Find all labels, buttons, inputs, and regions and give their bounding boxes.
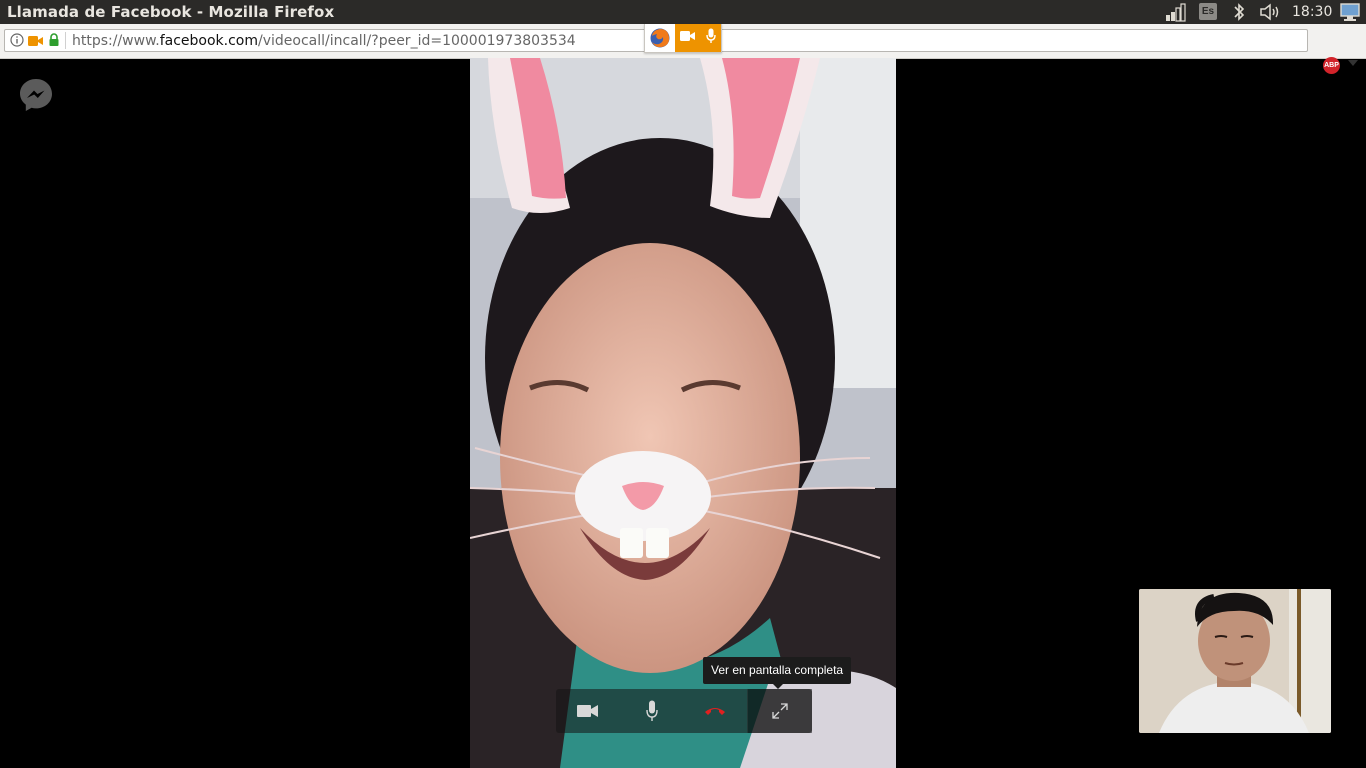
fullscreen-tooltip: Ver en pantalla completa bbox=[703, 657, 852, 689]
microphone-toggle-button[interactable] bbox=[620, 689, 684, 733]
end-call-button[interactable] bbox=[684, 689, 748, 733]
url-text[interactable]: https://www.facebook.com/videocall/incal… bbox=[72, 33, 576, 49]
shared-devices bbox=[675, 24, 721, 52]
firefox-icon bbox=[645, 24, 675, 52]
system-titlebar: Llamada de Facebook - Mozilla Firefox Es… bbox=[0, 0, 1366, 24]
hang-up-icon bbox=[705, 708, 726, 715]
expand-icon bbox=[772, 703, 788, 719]
adblock-plus-icon[interactable]: ABP bbox=[1323, 57, 1340, 74]
window-title: Llamada de Facebook - Mozilla Firefox bbox=[7, 3, 335, 21]
url-path: /videocall/incall/?peer_id=1000019738035… bbox=[258, 33, 576, 49]
clock[interactable]: 18:30 bbox=[1292, 4, 1332, 20]
camera-icon bbox=[680, 29, 696, 47]
sharing-indicator[interactable] bbox=[644, 24, 722, 53]
url-prefix: https://www. bbox=[72, 33, 160, 49]
video-camera-icon bbox=[576, 705, 598, 717]
local-video-image bbox=[1139, 589, 1331, 733]
lock-icon[interactable] bbox=[48, 33, 60, 52]
urlbar-divider bbox=[65, 32, 66, 49]
fullscreen-button[interactable] bbox=[747, 689, 812, 733]
camera-toggle-button[interactable] bbox=[556, 689, 620, 733]
bluetooth-icon[interactable] bbox=[1228, 0, 1250, 24]
computer-icon[interactable] bbox=[1338, 0, 1362, 24]
volume-icon[interactable] bbox=[1258, 0, 1284, 24]
url-domain: facebook.com bbox=[159, 33, 258, 49]
microphone-icon bbox=[706, 28, 716, 49]
network-signal-icon[interactable] bbox=[1164, 0, 1188, 24]
camera-icon[interactable] bbox=[28, 34, 44, 52]
call-controls bbox=[556, 689, 812, 733]
messenger-icon[interactable] bbox=[18, 77, 54, 113]
local-video-preview[interactable] bbox=[1139, 589, 1331, 733]
info-icon[interactable] bbox=[10, 33, 24, 52]
microphone-icon bbox=[645, 700, 658, 721]
chevron-down-icon[interactable] bbox=[1348, 60, 1358, 66]
keyboard-layout-indicator[interactable]: Es bbox=[1199, 3, 1217, 20]
